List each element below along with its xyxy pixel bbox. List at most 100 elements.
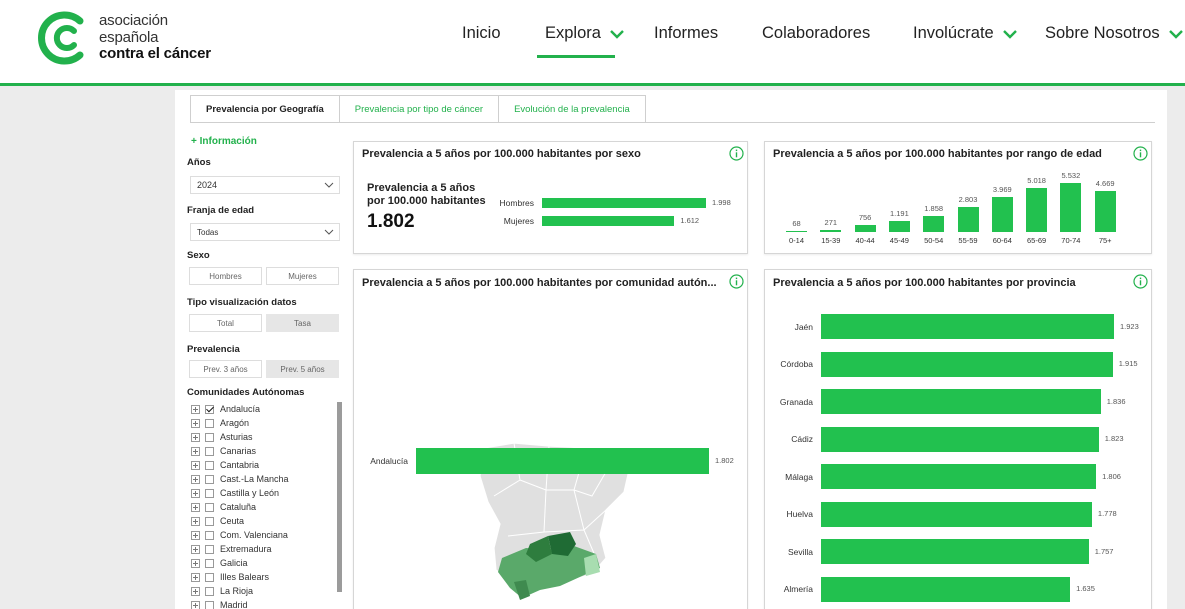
prev-5-anos-button[interactable]: Prev. 5 años: [266, 360, 339, 378]
checkbox[interactable]: [205, 530, 214, 540]
expand-icon[interactable]: [191, 558, 200, 568]
checkbox[interactable]: [205, 488, 214, 498]
checkbox[interactable]: [205, 516, 214, 526]
nav-inicio[interactable]: Inicio: [462, 24, 501, 43]
brand-name[interactable]: asociación española contra el cáncer: [99, 12, 211, 63]
bar-age-75[interactable]: [1094, 190, 1116, 232]
expand-icon[interactable]: [191, 488, 200, 498]
expand-icon[interactable]: [191, 572, 200, 582]
tree-item-asturias[interactable]: Asturias: [191, 430, 341, 444]
tab-prevalencia-por-geografia[interactable]: Prevalencia por Geografía: [190, 95, 340, 123]
chevron-down-icon: [324, 229, 334, 235]
info-icon[interactable]: [729, 274, 744, 289]
years-value: 2024: [197, 180, 218, 190]
tree-item-madrid[interactable]: Madrid: [191, 598, 341, 609]
expand-icon[interactable]: [191, 446, 200, 456]
expand-icon[interactable]: [191, 516, 200, 526]
bar-andalucia[interactable]: [416, 448, 709, 474]
checkbox[interactable]: [205, 502, 214, 512]
bar-age-65-69[interactable]: [1026, 187, 1048, 232]
nav-involucrate[interactable]: Involúcrate: [913, 24, 1018, 43]
bar-mujeres[interactable]: [542, 216, 675, 226]
expand-icon[interactable]: [191, 474, 200, 484]
tree-item-illes-balears[interactable]: Illes Balears: [191, 570, 341, 584]
aecc-logo-icon[interactable]: [36, 10, 98, 66]
expand-icon[interactable]: [191, 600, 200, 609]
bar-cadiz[interactable]: [821, 426, 1099, 452]
bar-granada[interactable]: [821, 389, 1101, 414]
bar-almeria[interactable]: [821, 576, 1071, 602]
info-icon[interactable]: [1133, 274, 1148, 289]
bar-age-70-74[interactable]: [1060, 183, 1082, 232]
expand-icon[interactable]: [191, 586, 200, 596]
nav-sobre-nosotros[interactable]: Sobre Nosotros: [1045, 24, 1184, 43]
tree-item-aragon[interactable]: Aragón: [191, 416, 341, 430]
expand-icon[interactable]: [191, 502, 200, 512]
info-icon[interactable]: [729, 146, 744, 161]
age-range-dropdown[interactable]: Todas: [190, 223, 340, 241]
hombres-button[interactable]: Hombres: [189, 267, 262, 285]
expand-icon[interactable]: [191, 544, 200, 554]
tree-item-castilla-y-leon[interactable]: Castilla y León: [191, 486, 341, 500]
checkbox[interactable]: [205, 404, 214, 414]
brand-line-2: española: [99, 28, 159, 46]
bar-age-50-54[interactable]: [923, 215, 945, 232]
value-label: 1.806: [1102, 471, 1121, 481]
tree-item-canarias[interactable]: Canarias: [191, 444, 341, 458]
tabs-divider: [190, 122, 1155, 123]
nav-informes[interactable]: Informes: [654, 24, 718, 43]
expand-icon[interactable]: [191, 404, 200, 414]
nav-explora[interactable]: Explora: [545, 24, 625, 43]
info-icon[interactable]: [1133, 146, 1148, 161]
years-dropdown[interactable]: 2024: [190, 176, 340, 194]
bar-malaga[interactable]: [821, 464, 1097, 489]
mujeres-button[interactable]: Mujeres: [266, 267, 339, 285]
checkbox[interactable]: [205, 474, 214, 484]
bar-age-45-49[interactable]: [888, 221, 910, 232]
tree-item-galicia[interactable]: Galicia: [191, 556, 341, 570]
chevron-down-icon: [1002, 29, 1017, 39]
communities-scrollbar[interactable]: [337, 402, 342, 592]
visualization-type-slicer: Total Tasa: [189, 314, 343, 332]
expand-icon[interactable]: [191, 432, 200, 442]
tree-item-andalucia[interactable]: Andalucía: [191, 402, 341, 416]
tasa-button[interactable]: Tasa: [266, 314, 339, 332]
tree-item-ceuta[interactable]: Ceuta: [191, 514, 341, 528]
checkbox[interactable]: [205, 572, 214, 582]
tab-evolucion-de-la-prevalencia[interactable]: Evolución de la prevalencia: [498, 95, 646, 123]
tree-item-com-valenciana[interactable]: Com. Valenciana: [191, 528, 341, 542]
expand-icon[interactable]: [191, 460, 200, 470]
checkbox[interactable]: [205, 432, 214, 442]
tab-prevalencia-por-tipo-de-cancer[interactable]: Prevalencia por tipo de cáncer: [338, 95, 500, 123]
tree-item-cataluna[interactable]: Cataluña: [191, 500, 341, 514]
bar-cordoba[interactable]: [821, 351, 1113, 377]
checkbox[interactable]: [205, 586, 214, 596]
tree-item-la-rioja[interactable]: La Rioja: [191, 584, 341, 598]
bar-huelva[interactable]: [821, 501, 1092, 527]
bar-age-40-44[interactable]: [854, 225, 876, 232]
bar-sevilla[interactable]: [821, 539, 1089, 564]
tree-item-cast-la-mancha[interactable]: Cast.-La Mancha: [191, 472, 341, 486]
checkbox[interactable]: [205, 418, 214, 428]
nav-colaboradores[interactable]: Colaboradores: [762, 24, 870, 43]
bar-jaen[interactable]: [821, 314, 1114, 339]
checkbox[interactable]: [205, 544, 214, 554]
bar-hombres[interactable]: [542, 198, 706, 208]
bar-age-0-14[interactable]: [786, 231, 807, 232]
bar-age-60-64[interactable]: [991, 196, 1013, 232]
checkbox[interactable]: [205, 558, 214, 568]
age-range-value: Todas: [197, 227, 219, 237]
checkbox[interactable]: [205, 446, 214, 456]
checkbox[interactable]: [205, 460, 214, 470]
prev-3-anos-button[interactable]: Prev. 3 años: [189, 360, 262, 378]
bar-age-15-39[interactable]: [820, 229, 842, 232]
expand-icon[interactable]: [191, 530, 200, 540]
tree-item-cantabria[interactable]: Cantabria: [191, 458, 341, 472]
bar-age-55-59[interactable]: [957, 207, 979, 232]
expand-icon[interactable]: [191, 418, 200, 428]
tree-item-extremadura[interactable]: Extremadura: [191, 542, 341, 556]
value-label: 1.915: [1118, 359, 1138, 368]
checkbox[interactable]: [205, 600, 214, 609]
more-info-link[interactable]: + Información: [191, 136, 257, 147]
total-button[interactable]: Total: [189, 314, 262, 332]
